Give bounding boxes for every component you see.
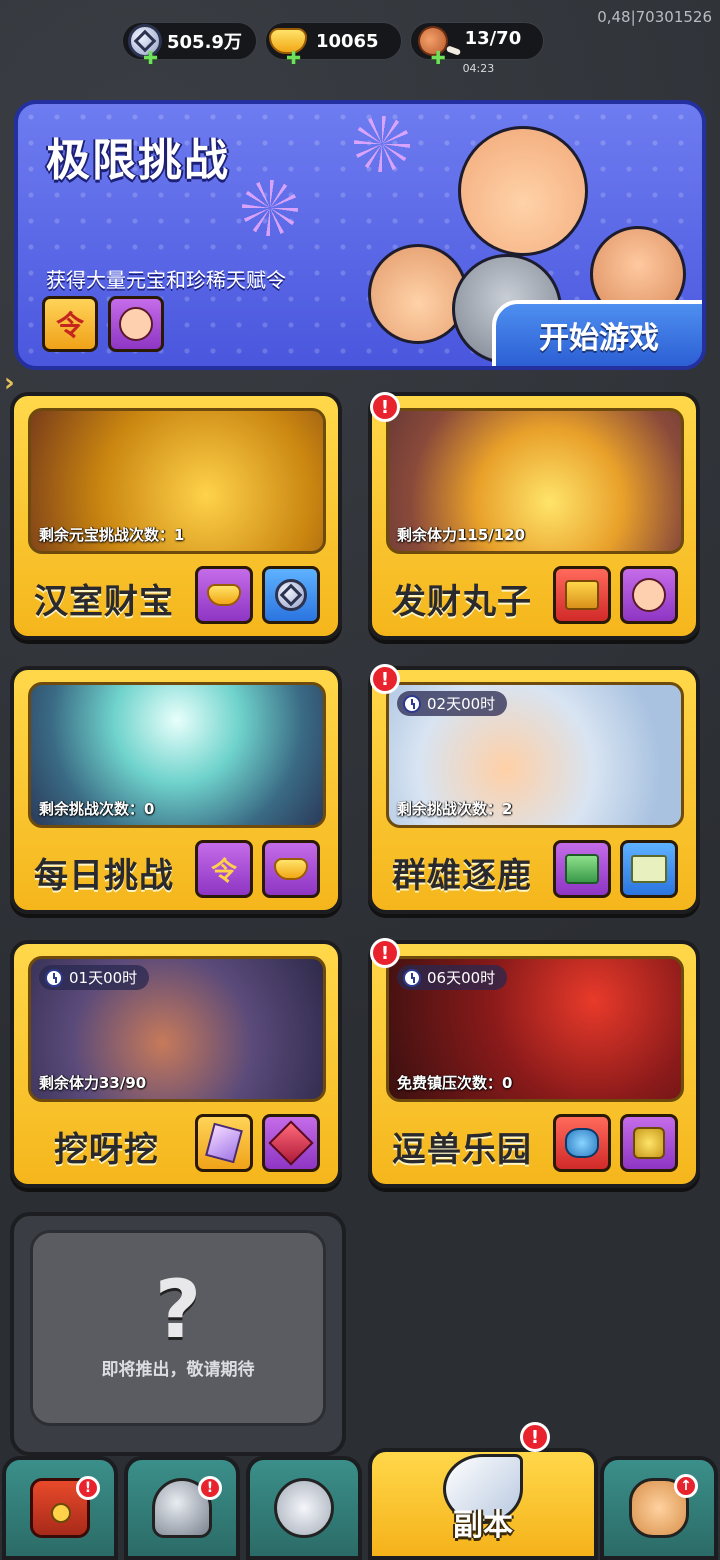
banner-title: 极限挑战 [46,135,230,186]
talent-token-icon[interactable]: 令 [195,840,253,898]
mode-info-text: 剩余元宝挑战次数：1 [39,526,185,544]
notification-alert-icon: ! [198,1476,222,1500]
add-gold-icon[interactable]: ✚ [286,48,301,69]
banner-description: 获得大量元宝和珍稀天赋令 [46,268,286,292]
extreme-challenge-banner[interactable]: 极限挑战 获得大量元宝和珍稀天赋令 令 开始游戏 [14,100,706,370]
coming-soon-card: ? 即将推出，敬请期待 [10,1212,346,1456]
silver-resource[interactable]: 505.9万 ✚ [122,22,257,69]
mode-info-text: 免费镇压次数：0 [397,1074,513,1092]
mode-scene-image: 剩余元宝挑战次数：1 [28,408,326,554]
tab-upgrade[interactable]: ↑ [600,1456,718,1560]
tab-battle[interactable] [246,1456,362,1560]
stamina-resource[interactable]: 13/70 04:23 ✚ [409,21,545,75]
ruby-gem-icon[interactable] [262,1114,320,1172]
mode-title: 发财丸子 [392,582,532,622]
resource-bar: 505.9万 ✚ 10065 ✚ 13/70 04:23 ✚ [122,21,545,75]
mode-info-text: 剩余挑战次数：2 [397,800,513,818]
event-timer: 06天00时 [397,965,508,990]
clock-icon [403,968,421,987]
firework-decoration [354,116,410,172]
crossed-swords-icon [274,1478,334,1538]
clock-icon [403,694,421,713]
notification-alert-icon: ! [76,1476,100,1500]
side-expand-arrow-icon[interactable]: › [4,368,15,398]
mode-scene-image: 剩余体力115/120 [386,408,684,554]
banner-rewards: 令 [42,296,164,352]
talent-token-icon[interactable]: 令 [42,296,98,352]
add-silver-icon[interactable]: ✚ [143,48,158,69]
stamina-value: 13/70 [464,27,522,49]
mode-title: 挖呀挖 [54,1130,159,1170]
bottom-nav: ! ! ! 副本 ↑ [0,1422,720,1560]
mode-title: 每日挑战 [34,856,174,896]
silver-value: 505.9万 [167,32,242,53]
firework-decoration [242,180,298,236]
tab-shop[interactable]: ! [2,1456,118,1560]
debug-readout: 0,48|70301526 [597,8,712,26]
beast-badge-icon[interactable] [620,1114,678,1172]
gold-resource[interactable]: 10065 ✚ [264,22,402,69]
mode-card-beast-park[interactable]: 06天00时 免费镇压次数：0 逗兽乐园 [368,940,700,1188]
tab-dungeon[interactable]: ! 副本 [368,1422,598,1560]
notification-alert-icon: ! [520,1422,550,1452]
event-timer: 01天00时 [39,965,150,990]
mode-card-dig-dig[interactable]: 01天00时 剩余体力33/90 挖呀挖 [10,940,342,1188]
hero-character-image [458,126,588,256]
notification-alert-icon: ! [370,392,400,422]
hero-portrait-icon[interactable] [620,566,678,624]
upgrade-arrow-icon: ↑ [674,1474,698,1498]
map-scroll-icon[interactable] [620,840,678,898]
mode-title: 群雄逐鹿 [392,856,532,896]
event-timer: 02天00时 [397,691,508,716]
add-stamina-icon[interactable]: ✚ [431,48,446,69]
mode-card-heroes-contest[interactable]: 02天00时 剩余挑战次数：2 群雄逐鹿 [368,666,700,914]
clock-icon [45,968,63,987]
mode-title: 逗兽乐园 [392,1130,532,1170]
mode-title: 汉室财宝 [34,582,174,622]
gold-ingot-icon[interactable] [262,840,320,898]
mode-scene-image: 剩余挑战次数：0 [28,682,326,828]
treasure-chest-icon[interactable] [553,566,611,624]
notification-alert-icon: ! [370,664,400,694]
gold-value: 10065 [315,30,379,52]
notification-alert-icon: ! [370,938,400,968]
dragon-pet-icon[interactable] [553,1114,611,1172]
mode-info-text: 剩余体力115/120 [397,526,526,544]
mode-scene-image: 02天00时 剩余挑战次数：2 [386,682,684,828]
question-mark-icon: ? [154,1263,202,1356]
hero-portrait-icon[interactable] [108,296,164,352]
mode-info-text: 剩余挑战次数：0 [39,800,155,818]
tab-dungeon-label: 副本 [453,1508,513,1543]
crystal-icon[interactable] [195,1114,253,1172]
mode-card-han-treasure[interactable]: 剩余元宝挑战次数：1 汉室财宝 [10,392,342,640]
tab-heroes[interactable]: ! [124,1456,240,1560]
start-game-button[interactable]: 开始游戏 [492,300,702,366]
gold-ingot-icon[interactable] [195,566,253,624]
mode-scene-image: 06天00时 免费镇压次数：0 [386,956,684,1102]
jade-seal-icon[interactable] [553,840,611,898]
mode-card-daily-challenge[interactable]: 剩余挑战次数：0 每日挑战 令 [10,666,342,914]
mode-card-fortune-balls[interactable]: 剩余体力115/120 发财丸子 [368,392,700,640]
coming-soon-text: 即将推出，敬请期待 [101,1360,255,1380]
stamina-timer: 04:23 [462,62,495,75]
mode-info-text: 剩余体力33/90 [39,1074,147,1092]
silver-coin-icon[interactable] [262,566,320,624]
mode-scene-image: 01天00时 剩余体力33/90 [28,956,326,1102]
